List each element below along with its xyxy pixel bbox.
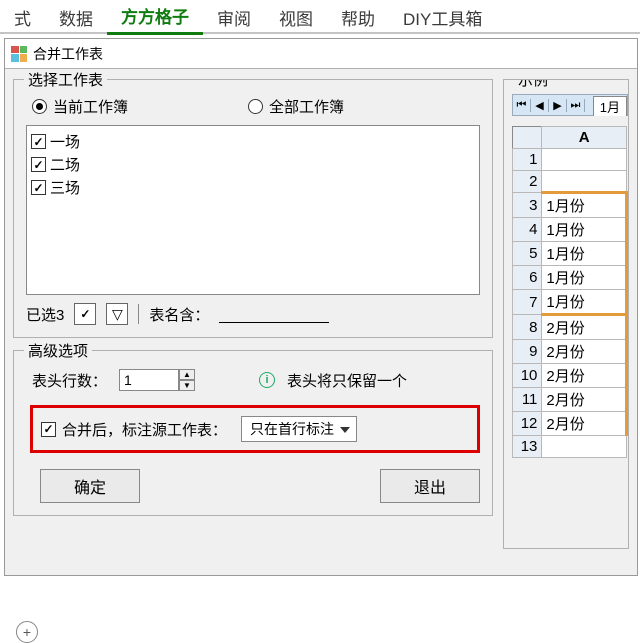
list-item[interactable]: 一场 [31,130,475,153]
ribbon: 式 数据 方方格子 审阅 视图 帮助 DIY工具箱 [0,0,640,34]
sheet-tab[interactable]: 1月 [593,96,627,116]
ribbon-tab-5[interactable]: 帮助 [327,0,389,34]
merge-dialog: 合并工作表 选择工作表 当前工作簿 全部工作簿 一场 二场 [4,38,638,576]
example-label: 示例 [514,79,552,90]
grid-cell[interactable]: 2月份 [542,388,627,412]
grid-cell[interactable]: 1月份 [542,193,627,218]
grid-cell[interactable] [542,436,627,458]
add-sheet-button[interactable]: + [16,621,38,643]
row-header[interactable]: 8 [513,315,542,340]
col-header-a[interactable]: A [542,127,627,149]
mark-source-select[interactable]: 只在首行标注 [241,416,357,442]
grid-cell[interactable]: 2月份 [542,315,627,340]
sheet-tab-strip: ⏮ ◀ ▶ ⏭ 1月 [512,94,628,116]
ribbon-tab-6[interactable]: DIY工具箱 [389,0,496,34]
radio-dot-icon [32,99,47,114]
example-group: 示例 ⏮ ◀ ▶ ⏭ 1月 A 1 2 31月份 41月份 51月份 61月份 [503,79,629,549]
ribbon-tab-2[interactable]: 方方格子 [107,0,203,35]
grid-cell[interactable]: 2月份 [542,412,627,436]
selected-count: 已选3 [26,304,64,325]
row-header[interactable]: 11 [513,388,542,412]
list-item[interactable]: 三场 [31,176,475,199]
grid-cell[interactable]: 1月份 [542,266,627,290]
checkbox-icon [31,180,46,195]
nav-first-icon[interactable]: ⏮ [513,99,531,112]
nav-next-icon[interactable]: ▶ [549,99,567,112]
checkbox-icon [31,157,46,172]
mark-source-checkbox[interactable]: 合并后，标注源工作表： [41,419,227,440]
ribbon-tab-3[interactable]: 审阅 [203,0,265,34]
grid-cell[interactable]: 1月份 [542,290,627,315]
list-item[interactable]: 二场 [31,153,475,176]
name-contains-input[interactable] [219,305,329,323]
row-header[interactable]: 9 [513,340,542,364]
row-header[interactable]: 12 [513,412,542,436]
spin-down-button[interactable]: ▼ [179,380,195,391]
header-rows-spinner[interactable]: ▲ ▼ [119,369,195,391]
cancel-button[interactable]: 退出 [380,469,480,503]
row-header[interactable]: 7 [513,290,542,315]
header-rows-label: 表头行数： [32,370,107,391]
row-header[interactable]: 5 [513,242,542,266]
grid-cell[interactable] [542,171,627,193]
radio-all-workbooks[interactable]: 全部工作簿 [248,96,344,117]
radio-current-workbook[interactable]: 当前工作簿 [32,96,128,117]
grid-cell[interactable] [542,149,627,171]
advanced-label: 高级选项 [24,340,92,361]
ribbon-tab-0[interactable]: 式 [0,0,45,34]
grid-cell[interactable]: 1月份 [542,242,627,266]
nav-last-icon[interactable]: ⏭ [567,99,585,112]
checkbox-icon [31,134,46,149]
row-header[interactable]: 6 [513,266,542,290]
select-group-label: 选择工作表 [24,69,107,90]
advanced-group: 高级选项 表头行数： ▲ ▼ i 表头将只保留一个 [13,350,493,516]
checkmark-icon [78,307,93,322]
grid-cell[interactable]: 1月份 [542,218,627,242]
dialog-title: 合并工作表 [33,44,103,64]
window-icon [11,46,27,62]
row-header[interactable]: 3 [513,193,542,218]
row-header[interactable]: 2 [513,171,542,193]
info-icon: i [259,372,275,388]
select-sheets-group: 选择工作表 当前工作簿 全部工作簿 一场 二场 三场 [13,79,493,338]
spin-up-button[interactable]: ▲ [179,369,195,380]
toggle-all-button[interactable] [74,303,96,325]
ribbon-tab-1[interactable]: 数据 [45,0,107,34]
row-header[interactable]: 4 [513,218,542,242]
highlight-annotation: 合并后，标注源工作表： 只在首行标注 [30,405,480,453]
row-header[interactable]: 1 [513,149,542,171]
funnel-icon: ▽ [112,306,123,323]
row-header[interactable]: 13 [513,436,542,458]
ribbon-tab-4[interactable]: 视图 [265,0,327,34]
filter-button[interactable]: ▽ [106,303,128,325]
dialog-titlebar: 合并工作表 [5,39,637,69]
row-header[interactable]: 10 [513,364,542,388]
grid-corner[interactable] [513,127,542,149]
name-contains-label: 表名含： [149,304,209,325]
grid-cell[interactable]: 2月份 [542,340,627,364]
header-note: 表头将只保留一个 [287,370,407,391]
radio-dot-icon [248,99,263,114]
sheet-listbox[interactable]: 一场 二场 三场 [26,125,480,295]
header-rows-input[interactable] [119,369,179,391]
grid-cell[interactable]: 2月份 [542,364,627,388]
preview-grid: A 1 2 31月份 41月份 51月份 61月份 71月份 82月份 92月份… [512,126,628,458]
ok-button[interactable]: 确定 [40,469,140,503]
nav-prev-icon[interactable]: ◀ [531,99,549,112]
checkbox-icon [41,422,56,437]
